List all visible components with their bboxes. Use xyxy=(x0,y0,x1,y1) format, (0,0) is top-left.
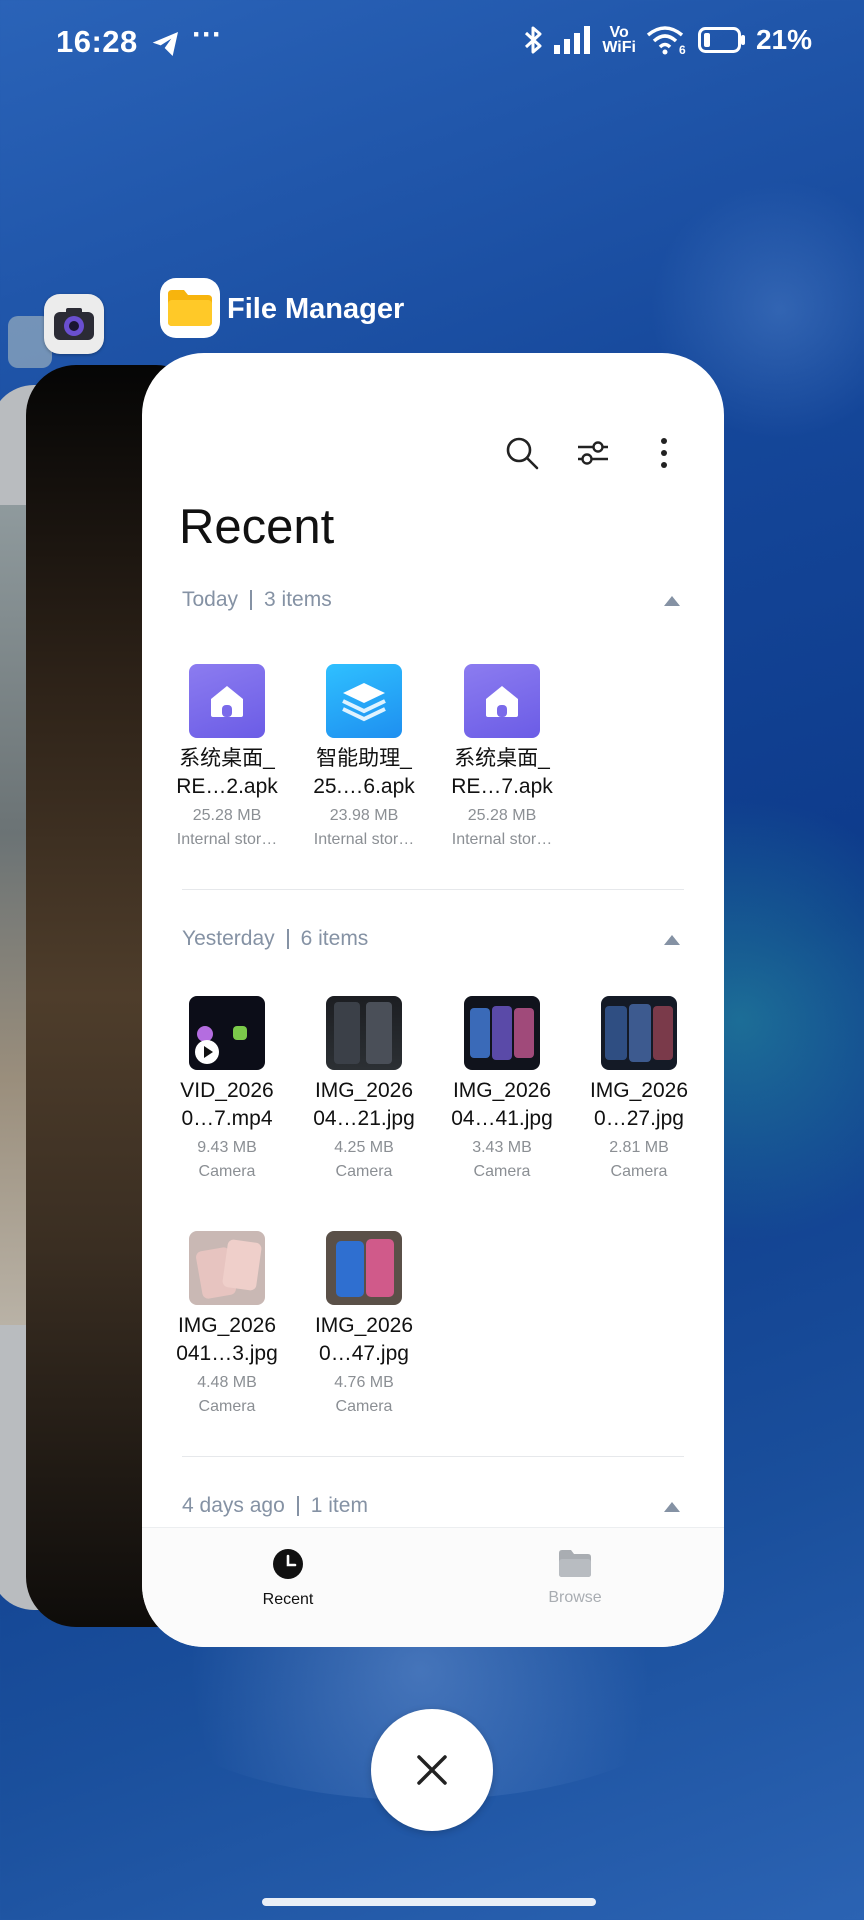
file-item[interactable]: IMG_2026 04…21.jpg 4.25 MB Camera xyxy=(299,996,429,1181)
collapse-caret-icon[interactable] xyxy=(664,1502,680,1512)
video-thumbnail xyxy=(189,996,265,1070)
file-manager-card[interactable]: Recent Today 3 items 系统桌面_ RE…2.apk 25.28 … xyxy=(142,353,724,1647)
home-app-icon xyxy=(189,664,265,738)
clear-all-button[interactable] xyxy=(371,1709,493,1831)
nav-tab-recent[interactable]: Recent xyxy=(218,1548,358,1609)
svg-text:6: 6 xyxy=(679,43,686,55)
image-thumbnail xyxy=(189,1231,265,1305)
file-item[interactable]: IMG_2026 041…3.jpg 4.48 MB Camera xyxy=(162,1231,292,1416)
file-item[interactable]: 系统桌面_ RE…7.apk 25.28 MB Internal stor… xyxy=(437,664,567,849)
file-item[interactable]: 智能助理_ 25.…6.apk 23.98 MB Internal stor… xyxy=(299,664,429,849)
file-item[interactable]: IMG_2026 0…27.jpg 2.81 MB Camera xyxy=(574,996,704,1181)
divider xyxy=(182,1456,684,1457)
divider xyxy=(182,889,684,890)
image-thumbnail xyxy=(601,996,677,1070)
collapse-caret-icon[interactable] xyxy=(664,935,680,945)
section-header-4-days-ago[interactable]: 4 days ago 1 item xyxy=(182,1494,368,1518)
filter-icon[interactable] xyxy=(573,433,613,473)
telegram-icon xyxy=(152,32,178,56)
home-app-icon xyxy=(464,664,540,738)
nav-tab-browse[interactable]: Browse xyxy=(505,1548,645,1607)
file-item[interactable]: VID_2026 0…7.mp4 9.43 MB Camera xyxy=(162,996,292,1181)
more-notifications-icon: ··· xyxy=(192,18,222,51)
play-icon xyxy=(195,1040,219,1064)
page-title: Recent xyxy=(179,500,335,554)
close-icon xyxy=(417,1755,447,1785)
vowifi-icon: Vo WiFi xyxy=(602,24,636,56)
battery-icon xyxy=(697,27,745,53)
file-item[interactable]: IMG_2026 0…47.jpg 4.76 MB Camera xyxy=(299,1231,429,1416)
image-thumbnail xyxy=(326,996,402,1070)
file-item[interactable]: IMG_2026 04…41.jpg 3.43 MB Camera xyxy=(437,996,567,1181)
image-thumbnail xyxy=(326,1231,402,1305)
folder-icon xyxy=(559,1550,591,1577)
more-vert-icon[interactable] xyxy=(644,433,684,473)
status-bar: 16:28 ··· Vo WiFi 6 21% xyxy=(0,0,864,90)
signal-icon xyxy=(554,26,591,54)
gesture-home-bar[interactable] xyxy=(262,1898,596,1906)
bluetooth-icon xyxy=(525,26,542,54)
bottom-nav: Recent Browse xyxy=(142,1527,724,1647)
clock-icon xyxy=(273,1549,303,1579)
wifi-icon: 6 xyxy=(646,26,686,55)
section-header-yesterday[interactable]: Yesterday 6 items xyxy=(182,927,368,951)
file-item[interactable]: 系统桌面_ RE…2.apk 25.28 MB Internal stor… xyxy=(162,664,292,849)
search-icon[interactable] xyxy=(502,433,542,473)
section-header-today[interactable]: Today 3 items xyxy=(182,588,332,612)
collapse-caret-icon[interactable] xyxy=(664,596,680,606)
camera-icon[interactable] xyxy=(44,294,104,354)
battery-percent: 21% xyxy=(755,24,812,55)
layers-app-icon xyxy=(326,664,402,738)
app-title: File Manager xyxy=(227,293,405,325)
folder-icon[interactable] xyxy=(160,278,220,338)
image-thumbnail xyxy=(464,996,540,1070)
status-time: 16:28 xyxy=(56,24,138,59)
